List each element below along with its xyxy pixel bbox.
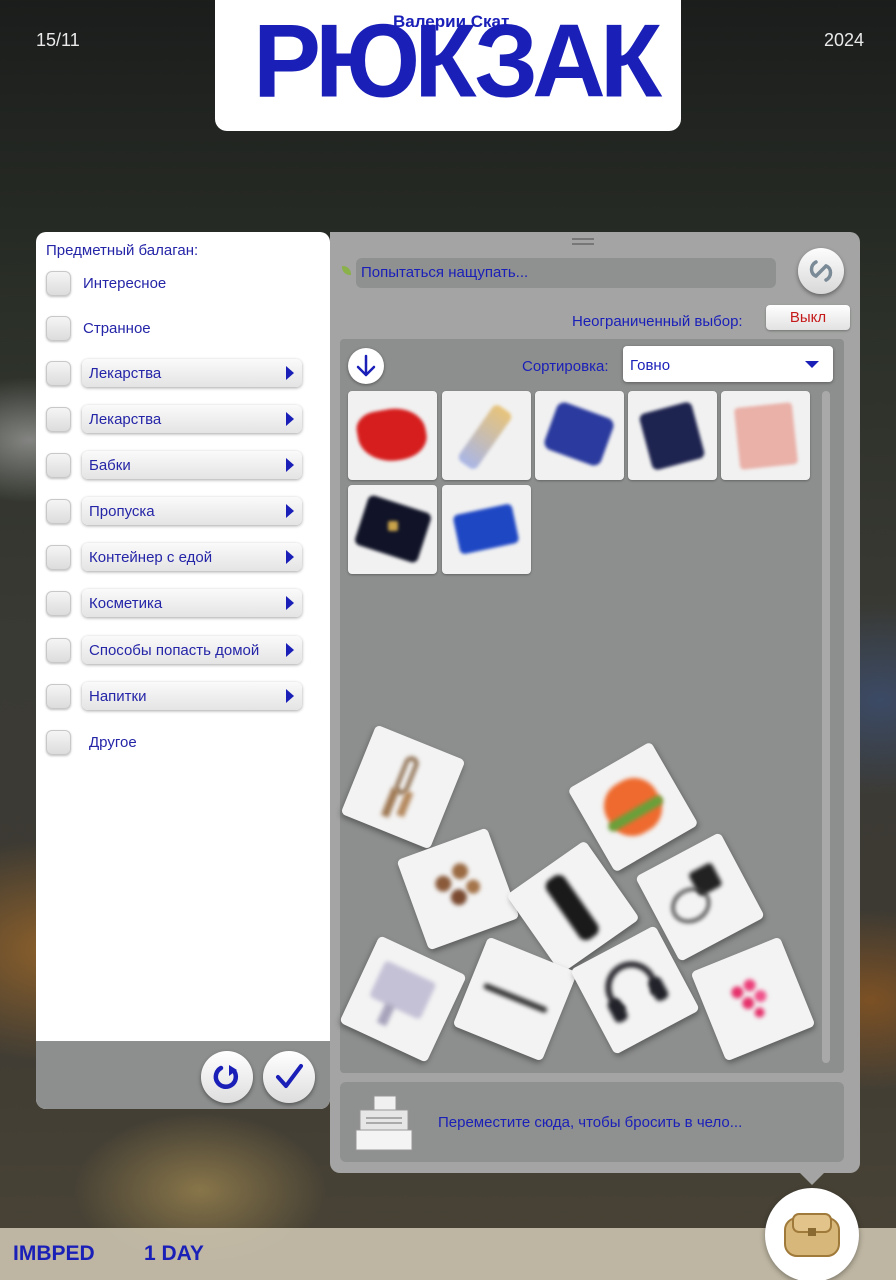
drop-zone[interactable]: Переместите сюда, чтобы бросить в чело..… bbox=[340, 1082, 844, 1162]
pills-icon[interactable] bbox=[690, 936, 816, 1062]
category-row: Косметика bbox=[46, 588, 326, 618]
category-panel: Предметный балаган: Интересное Странное … bbox=[36, 232, 330, 1109]
unlimited-choice-label: Неограниченный выбор: bbox=[572, 313, 743, 330]
swap-icon bbox=[809, 260, 833, 282]
day-counter: 1 DAY bbox=[144, 1242, 204, 1265]
category-submenu-button[interactable]: Напитки bbox=[82, 682, 302, 710]
inventory-grid: Сортировка: Говно bbox=[339, 339, 844, 1073]
category-label: Пропуска bbox=[89, 503, 155, 520]
category-checkbox[interactable] bbox=[46, 271, 71, 296]
category-submenu-button[interactable]: Лекарства bbox=[82, 359, 302, 387]
chevron-right-icon bbox=[286, 689, 294, 703]
category-row: Другое bbox=[46, 727, 326, 757]
reset-icon bbox=[213, 1065, 239, 1089]
chevron-right-icon bbox=[286, 366, 294, 380]
coins-icon[interactable] bbox=[396, 827, 520, 951]
category-label: Способы попасть домой bbox=[89, 642, 260, 659]
category-label: Лекарства bbox=[89, 365, 162, 382]
category-checkbox[interactable] bbox=[46, 730, 71, 755]
keys-icon[interactable] bbox=[340, 724, 466, 850]
issue-number: 15/11 bbox=[36, 30, 80, 50]
chevron-right-icon bbox=[286, 643, 294, 657]
category-row: Лекарства bbox=[46, 404, 326, 434]
swap-button[interactable] bbox=[798, 248, 844, 294]
blue-card-icon[interactable] bbox=[442, 485, 531, 574]
chevron-right-icon bbox=[286, 504, 294, 518]
category-label: Лекарства bbox=[89, 411, 162, 428]
chevron-right-icon bbox=[286, 596, 294, 610]
confirm-button[interactable] bbox=[263, 1051, 315, 1103]
search-input[interactable]: Попытаться нащупать... bbox=[356, 258, 776, 288]
chevron-right-icon bbox=[286, 550, 294, 564]
category-submenu-button[interactable]: Способы попасть домой bbox=[82, 636, 302, 664]
scrollbar[interactable] bbox=[822, 391, 830, 1063]
category-label: Контейнер с едой bbox=[89, 549, 213, 566]
sort-value: Говно bbox=[630, 357, 671, 374]
category-row: Интересное bbox=[46, 268, 326, 298]
sort-select[interactable]: Говно bbox=[623, 346, 833, 382]
category-submenu-button[interactable]: Лекарства bbox=[82, 405, 302, 433]
category-label: Странное bbox=[83, 320, 151, 337]
category-checkbox[interactable] bbox=[46, 361, 71, 386]
category-row: Бабки bbox=[46, 450, 326, 480]
category-submenu-button[interactable]: Пропуска bbox=[82, 497, 302, 525]
black-wallet-icon[interactable] bbox=[348, 485, 437, 574]
category-checkbox[interactable] bbox=[46, 638, 71, 663]
tube-icon[interactable] bbox=[442, 391, 531, 480]
category-submenu-button[interactable]: Косметика bbox=[82, 589, 302, 617]
panel-pointer bbox=[800, 1173, 824, 1185]
category-checkbox[interactable] bbox=[46, 545, 71, 570]
category-submenu-button[interactable]: Бабки bbox=[82, 451, 302, 479]
logo-author: Валерии Скат bbox=[393, 12, 510, 31]
backpack-icon bbox=[784, 1213, 840, 1257]
category-row: Способы попасть домой bbox=[46, 635, 326, 665]
category-row: Странное bbox=[46, 313, 326, 343]
backpack-button[interactable] bbox=[765, 1188, 859, 1280]
category-label: Бабки bbox=[89, 457, 131, 474]
chevron-right-icon bbox=[286, 412, 294, 426]
drop-zone-text: Переместите сюда, чтобы бросить в чело..… bbox=[438, 1114, 743, 1131]
category-panel-footer bbox=[36, 1041, 330, 1109]
sort-label: Сортировка: bbox=[522, 358, 609, 375]
category-row: Пропуска bbox=[46, 496, 326, 526]
laptop-icon[interactable] bbox=[339, 935, 467, 1063]
category-checkbox[interactable] bbox=[46, 407, 71, 432]
unlimited-choice-toggle[interactable]: Выкл bbox=[766, 305, 850, 330]
arrow-down-icon bbox=[356, 354, 376, 377]
category-submenu-button[interactable]: Контейнер с едой bbox=[82, 543, 302, 571]
dark-pouch-icon[interactable] bbox=[628, 391, 717, 480]
bottom-bar: IMBPED 1 DAY bbox=[0, 1228, 896, 1280]
category-label: Интересное bbox=[83, 275, 167, 292]
category-label: Косметика bbox=[89, 595, 163, 612]
brand-text: IMBPED bbox=[13, 1242, 95, 1265]
check-icon bbox=[276, 1064, 303, 1088]
red-scarf-icon[interactable] bbox=[348, 391, 437, 480]
category-label: Другое bbox=[89, 734, 137, 751]
leaf-icon bbox=[342, 266, 351, 275]
search-placeholder: Попытаться нащупать... bbox=[361, 264, 529, 281]
reset-button[interactable] bbox=[201, 1051, 253, 1103]
drag-handle[interactable] bbox=[572, 238, 594, 246]
category-checkbox[interactable] bbox=[46, 591, 71, 616]
category-checkbox[interactable] bbox=[46, 316, 71, 341]
category-checkbox[interactable] bbox=[46, 684, 71, 709]
makeup-palette-icon[interactable] bbox=[721, 391, 810, 480]
category-row: Лекарства bbox=[46, 358, 326, 388]
issue-year: 2024 bbox=[823, 30, 864, 50]
category-checkbox[interactable] bbox=[46, 453, 71, 478]
category-checkbox[interactable] bbox=[46, 499, 71, 524]
cash-register-icon bbox=[355, 1095, 413, 1151]
category-panel-title: Предметный балаган: bbox=[46, 242, 199, 259]
category-row: Напитки bbox=[46, 681, 326, 711]
inventory-panel: Попытаться нащупать... Неограниченный вы… bbox=[330, 232, 860, 1185]
sort-direction-button[interactable] bbox=[348, 348, 384, 384]
chevron-right-icon bbox=[286, 458, 294, 472]
blue-pouch-icon[interactable] bbox=[535, 391, 624, 480]
category-row: Контейнер с едой bbox=[46, 542, 326, 572]
magazine-logo: РЮКЗАК Валерии Скат bbox=[215, 0, 681, 131]
chevron-down-icon bbox=[805, 361, 819, 368]
category-label: Напитки bbox=[89, 688, 147, 705]
